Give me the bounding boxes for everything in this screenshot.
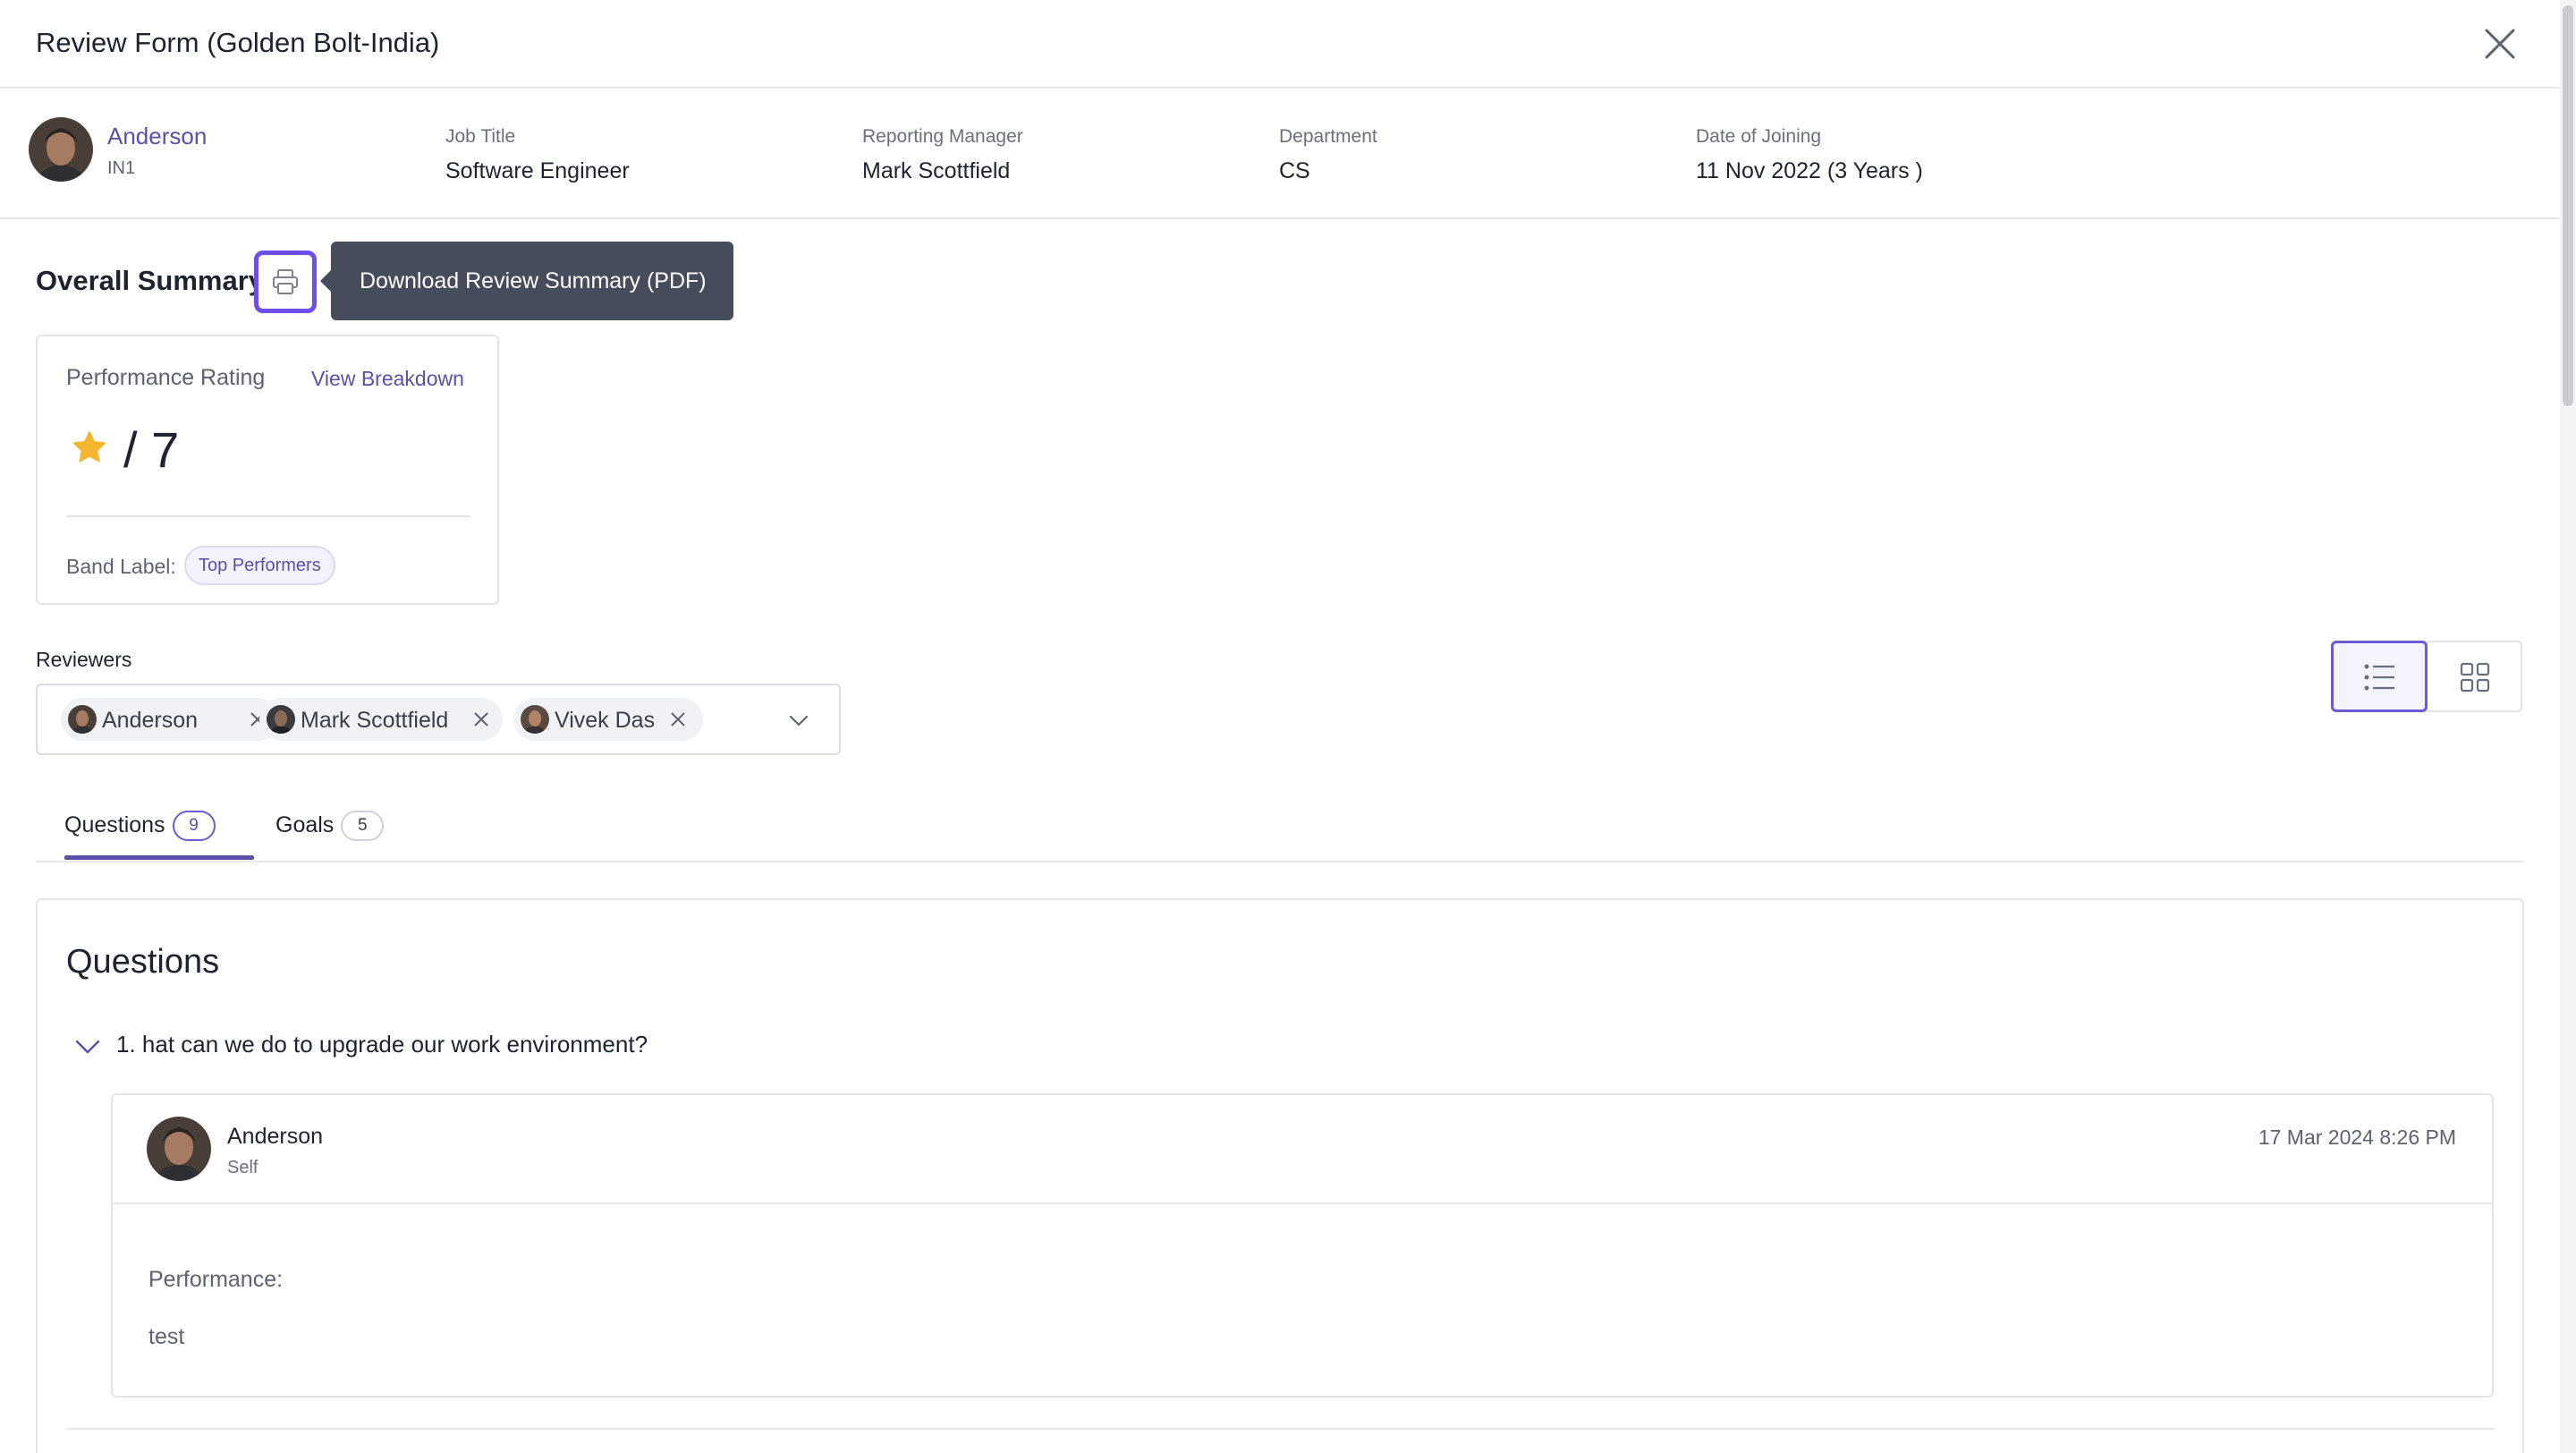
questions-panel: Questions 1. hat can we do to upgrade ou… [36, 898, 2524, 1453]
active-tab-indicator [64, 855, 254, 860]
panel-divider [66, 1428, 2496, 1430]
rating-max: / 7 [123, 421, 180, 478]
close-icon [2485, 29, 2515, 59]
date-of-joining-field: Date of Joining 11 Nov 2022 (3 Years ) [1696, 126, 1923, 184]
band-label: Band Label: [66, 555, 176, 578]
field-label: Job Title [445, 126, 516, 147]
answer-author-role: Self [227, 1158, 258, 1177]
performance-rating-label: Performance Rating [66, 365, 266, 390]
modal-header: Review Form (Golden Bolt-India) [0, 0, 2560, 89]
question-text[interactable]: 1. hat can we do to upgrade our work env… [116, 1031, 648, 1058]
view-breakdown-link[interactable]: View Breakdown [311, 367, 464, 391]
reviewer-name: Anderson [102, 708, 199, 733]
field-value: CS [1279, 158, 1310, 183]
answer-card: Anderson Self 17 Mar 2024 8:26 PM Perfor… [111, 1093, 2494, 1398]
employee-code: IN1 [107, 158, 136, 178]
department-field: Department CS [1279, 126, 1377, 184]
reviewer-name: Mark Scottfield [301, 708, 449, 733]
avatar [267, 705, 295, 734]
page-title: Review Form (Golden Bolt-India) [36, 27, 440, 58]
field-label: Department [1279, 126, 1377, 147]
reviewer-chip: Vivek Das [513, 698, 703, 741]
questions-title: Questions [66, 943, 220, 981]
list-view-button[interactable] [2331, 641, 2428, 712]
answer-field-label: Performance: [148, 1267, 284, 1292]
close-button[interactable] [2479, 23, 2521, 64]
reviewers-select[interactable]: Anderson Mark Scottfield Vivek Das [36, 684, 841, 755]
employee-info-bar: Anderson IN1 Job Title Software Engineer… [0, 89, 2560, 219]
reviewer-name: Vivek Das [555, 708, 656, 733]
performance-rating-card: Performance Rating View Breakdown / 7 Ba… [36, 335, 499, 605]
tab-bar: Questions 9 Goals 5 [36, 805, 2524, 862]
tab-goals[interactable]: Goals 5 [275, 811, 385, 841]
chevron-down-icon[interactable] [787, 709, 810, 732]
reviewers-label: Reviewers [36, 648, 132, 671]
reviewer-chip: Mark Scottfield [259, 698, 503, 741]
field-label: Date of Joining [1696, 126, 1822, 147]
remove-reviewer-icon[interactable] [669, 710, 687, 728]
scrollbar-thumb[interactable] [2563, 5, 2573, 406]
tab-count-badge: 5 [341, 811, 385, 841]
overall-summary-title: Overall Summary [36, 265, 265, 296]
remove-reviewer-icon[interactable] [472, 710, 490, 728]
reporting-manager-field: Reporting Manager Mark Scottfield [862, 126, 1023, 184]
job-title-field: Job Title Software Engineer [445, 126, 630, 184]
band-tag: Top Performers [184, 546, 335, 585]
field-value: Software Engineer [445, 158, 630, 183]
view-toggle [2331, 641, 2522, 712]
avatar [68, 705, 97, 734]
answer-header: Anderson Self 17 Mar 2024 8:26 PM [113, 1095, 2492, 1204]
grid-view-button[interactable] [2429, 642, 2522, 710]
tab-count-badge: 9 [172, 811, 216, 841]
tab-questions[interactable]: Questions 9 [64, 811, 216, 841]
field-label: Reporting Manager [862, 126, 1023, 147]
field-value: Mark Scottfield [862, 158, 1011, 183]
employee-name-link[interactable]: Anderson [107, 123, 207, 150]
download-tooltip: Download Review Summary (PDF) [320, 242, 733, 320]
reviewer-chip: Anderson [61, 698, 279, 741]
grid-icon [2460, 662, 2490, 693]
chevron-down-icon[interactable] [73, 1032, 102, 1061]
answer-timestamp: 17 Mar 2024 8:26 PM [2258, 1126, 2456, 1149]
tab-label: Goals [275, 812, 335, 837]
list-icon [2364, 664, 2394, 691]
answer-author-name: Anderson [227, 1124, 324, 1149]
field-value: 11 Nov 2022 (3 Years ) [1696, 158, 1923, 183]
answer-field-value: test [148, 1324, 185, 1349]
avatar [29, 117, 93, 182]
printer-icon [273, 269, 298, 294]
card-divider [66, 515, 470, 517]
star-icon [73, 431, 106, 463]
vertical-scrollbar[interactable] [2560, 0, 2576, 1453]
tab-label: Questions [64, 812, 165, 837]
download-summary-button[interactable] [254, 251, 317, 313]
avatar [521, 705, 549, 734]
avatar [147, 1117, 211, 1181]
